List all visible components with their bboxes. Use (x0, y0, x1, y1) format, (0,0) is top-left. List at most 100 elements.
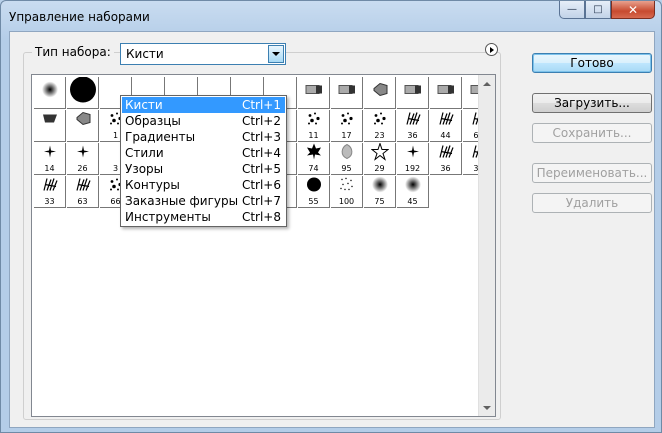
brush-preset-cell[interactable]: 74 (298, 143, 330, 175)
menu-item-label: Контуры (125, 178, 180, 192)
maximize-button[interactable]: □ (585, 1, 611, 19)
brush-star-small-icon (76, 145, 89, 161)
brush-size-label: 100 (338, 197, 355, 206)
brush-preset-cell[interactable]: 192 (397, 143, 429, 175)
menu-item-6[interactable]: Контуры Ctrl+6 (122, 177, 285, 193)
brush-preset-cell[interactable] (34, 77, 66, 109)
menu-item-7[interactable]: Заказные фигуры Ctrl+7 (122, 193, 285, 209)
menu-item-8[interactable]: Инструменты Ctrl+8 (122, 209, 285, 225)
menu-item-label: Образцы (125, 114, 181, 128)
brush-fan-icon (372, 82, 388, 100)
brush-size-label: 74 (308, 164, 319, 173)
load-button[interactable]: Загрузить... (532, 93, 652, 113)
brush-size-label: 55 (308, 197, 319, 206)
brush-star-icon (370, 143, 389, 164)
brush-wedge-icon (42, 113, 58, 128)
chevron-down-icon (272, 52, 280, 56)
minimize-button[interactable]: — (559, 1, 585, 19)
menu-item-shortcut: Ctrl+8 (241, 210, 281, 224)
delete-button[interactable]: Удалить (532, 193, 652, 213)
brush-hard-big-icon (69, 77, 97, 107)
menu-item-3[interactable]: Градиенты Ctrl+3 (122, 129, 285, 145)
scroll-up-button[interactable] (479, 75, 495, 92)
brush-size-label: 33 (44, 197, 55, 206)
scroll-down-button[interactable] (479, 399, 495, 416)
brush-size-label: 36 (407, 131, 418, 140)
panel-menu-button[interactable] (485, 43, 498, 56)
brush-preset-cell[interactable] (430, 77, 462, 109)
menu-item-label: Заказные фигуры (125, 194, 239, 208)
close-button[interactable]: ✕ (611, 1, 655, 19)
brush-size-label: 44 (440, 131, 451, 140)
brush-size-label: 26 (77, 164, 88, 173)
dropdown-button[interactable] (268, 45, 284, 63)
done-button[interactable]: Готово (532, 53, 652, 73)
brush-fan-icon (75, 111, 91, 129)
brush-preset-cell[interactable]: 36 (430, 143, 462, 175)
menu-item-shortcut: Ctrl+6 (241, 178, 281, 192)
arrow-up-icon (483, 81, 491, 86)
brush-preset-cell[interactable] (364, 77, 396, 109)
brush-preset-cell[interactable] (34, 110, 66, 142)
menu-item-4[interactable]: Стили Ctrl+4 (122, 145, 285, 161)
brush-grass-icon (438, 112, 454, 129)
brush-preset-cell[interactable]: 45 (397, 176, 429, 208)
preset-type-select[interactable]: Кисти (120, 43, 286, 65)
brush-size-label: 45 (407, 197, 418, 206)
brush-preset-cell[interactable]: 17 (331, 110, 363, 142)
brush-preset-cell[interactable] (67, 77, 99, 109)
brush-preset-cell[interactable]: 55 (298, 176, 330, 208)
brush-preset-cell[interactable]: 14 (34, 143, 66, 175)
brush-grass-icon (405, 112, 421, 129)
brush-size-label: 23 (374, 131, 385, 140)
window-title: Управление наборами (9, 10, 150, 24)
brush-shell-icon (339, 143, 355, 163)
menu-item-shortcut: Ctrl+3 (241, 130, 281, 144)
caption-buttons: — □ ✕ (559, 1, 655, 19)
dialog-window: Управление наборами — □ ✕ Тип набора: Ки… (0, 0, 662, 433)
menu-item-shortcut: Ctrl+1 (241, 98, 281, 112)
save-button[interactable]: Сохранить... (532, 123, 652, 143)
brush-scatter-icon (340, 112, 354, 129)
menu-item-shortcut: Ctrl+4 (241, 146, 281, 160)
menu-item-label: Кисти (125, 98, 163, 112)
brush-star-small-icon (406, 145, 419, 161)
menu-item-5[interactable]: Узоры Ctrl+5 (122, 161, 285, 177)
brush-preset-cell[interactable]: 36 (397, 110, 429, 142)
brush-preset-cell[interactable]: 23 (364, 110, 396, 142)
brush-size-label: 36 (440, 164, 451, 173)
brush-preset-cell[interactable]: 63 (67, 176, 99, 208)
brush-preset-cell[interactable] (67, 110, 99, 142)
menu-item-label: Узоры (125, 162, 164, 176)
brush-soft-icon (371, 176, 388, 196)
brush-scatter-icon (373, 112, 387, 129)
menu-item-shortcut: Ctrl+7 (241, 194, 281, 208)
brush-preset-cell[interactable]: 75 (364, 176, 396, 208)
menu-item-label: Градиенты (125, 130, 196, 144)
brush-size-label: 192 (404, 164, 421, 173)
brush-grass-icon (438, 145, 454, 162)
rename-button[interactable]: Переименовать... (532, 163, 652, 183)
brush-preset-cell[interactable] (331, 77, 363, 109)
brush-preset-cell[interactable]: 29 (364, 143, 396, 175)
brush-size-label: 95 (341, 164, 352, 173)
brush-preset-cell[interactable] (298, 77, 330, 109)
preset-type-dropdown-list[interactable]: Кисти Ctrl+1 Образцы Ctrl+2 Градиенты Ctrl+3 С… (120, 95, 287, 227)
brush-scatter-icon (307, 112, 321, 129)
menu-item-shortcut: Ctrl+5 (241, 162, 281, 176)
brush-preset-cell[interactable] (397, 77, 429, 109)
brush-preset-cell[interactable]: 95 (331, 143, 363, 175)
menu-item-2[interactable]: Образцы Ctrl+2 (122, 113, 285, 129)
brush-marker-icon (305, 85, 323, 98)
brush-speckle-icon (339, 177, 355, 196)
brush-preset-cell[interactable]: 33 (34, 176, 66, 208)
vertical-scrollbar[interactable] (478, 75, 495, 416)
brush-preset-cell[interactable]: 44 (430, 110, 462, 142)
brush-preset-cell[interactable]: 26 (67, 143, 99, 175)
brush-preset-cell[interactable]: 100 (331, 176, 363, 208)
brush-size-label: 75 (374, 197, 385, 206)
menu-item-label: Инструменты (125, 210, 211, 224)
brush-preset-cell[interactable]: 11 (298, 110, 330, 142)
menu-item-1[interactable]: Кисти Ctrl+1 (122, 97, 285, 113)
brush-grass-icon (75, 178, 91, 195)
